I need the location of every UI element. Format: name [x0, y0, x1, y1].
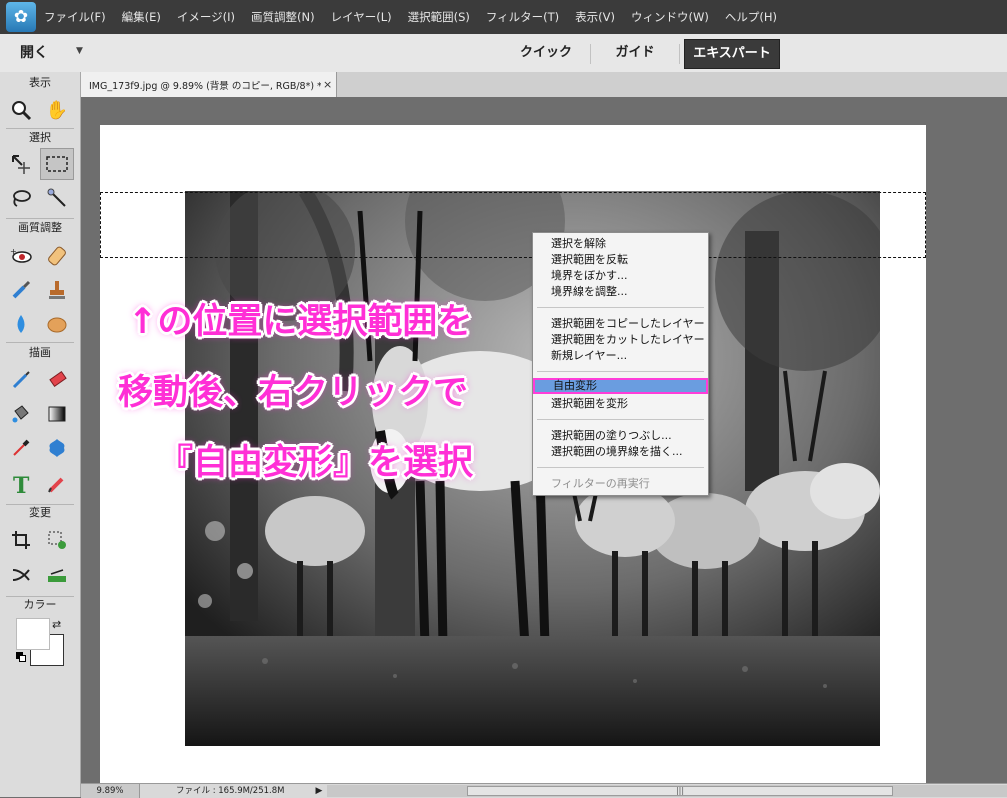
- lasso-tool-icon[interactable]: [4, 182, 38, 214]
- menu-bar: ✿ ファイル(F) 編集(E) イメージ(I) 画質調整(N) レイヤー(L) …: [0, 0, 1007, 34]
- paint-bucket-tool-icon[interactable]: [4, 398, 38, 430]
- horizontal-scrollbar[interactable]: |||: [327, 785, 1007, 797]
- menu-item-inverse[interactable]: 選択範囲を反転: [533, 252, 708, 268]
- annotation-line-3: 『自由変形』を選択: [158, 443, 474, 483]
- menu-enhance[interactable]: 画質調整(N): [251, 9, 315, 25]
- menu-layer[interactable]: レイヤー(L): [331, 9, 392, 25]
- annotation-line-2: 移動後、右クリックで: [118, 373, 469, 413]
- magic-wand-tool-icon[interactable]: [40, 182, 74, 214]
- eyedropper-tool-icon[interactable]: [4, 432, 38, 464]
- tab-divider: [679, 44, 680, 64]
- section-label-enhance: 画質調整: [18, 221, 62, 234]
- menu-item-feather[interactable]: 境界をぼかす...: [533, 268, 708, 284]
- tab-quick[interactable]: クイック: [508, 39, 584, 67]
- hand-tool-icon[interactable]: ✋: [40, 94, 74, 126]
- menu-view[interactable]: 表示(V): [575, 9, 615, 25]
- straighten-tool-icon[interactable]: [40, 559, 74, 591]
- zoom-level-field[interactable]: 9.89%: [81, 784, 140, 798]
- close-icon[interactable]: ×: [323, 78, 332, 91]
- move-tool-icon[interactable]: [4, 148, 38, 180]
- tab-guided[interactable]: ガイド: [595, 39, 675, 67]
- menu-separator: [537, 467, 704, 468]
- app-logo-icon[interactable]: ✿: [6, 2, 36, 32]
- brush-tool-icon[interactable]: [4, 364, 38, 396]
- sponge-tool-icon[interactable]: [40, 308, 74, 340]
- menu-file[interactable]: ファイル(F): [44, 9, 106, 25]
- mode-bar: 開く ▼ クイック ガイド エキスパート: [0, 34, 1007, 73]
- menu-item-free-transform[interactable]: 自由変形: [533, 378, 708, 394]
- type-tool-icon[interactable]: T: [4, 468, 38, 500]
- section-label-draw: 描画: [29, 346, 51, 359]
- content-aware-move-icon[interactable]: [4, 559, 38, 591]
- svg-text:T: T: [13, 473, 30, 495]
- blur-tool-icon[interactable]: [4, 308, 38, 340]
- selection-marquee[interactable]: [100, 192, 926, 258]
- eraser-tool-icon[interactable]: [40, 364, 74, 396]
- menu-item-transform-selection[interactable]: 選択範囲を変形: [533, 396, 708, 412]
- menu-item-repeat-filter: フィルターの再実行: [551, 477, 650, 490]
- menu-item-layer-via-cut[interactable]: 選択範囲をカットしたレイヤー: [533, 332, 708, 348]
- section-label-select: 選択: [29, 131, 51, 144]
- menu-item-deselect[interactable]: 選択を解除: [533, 236, 708, 252]
- menu-separator: [537, 371, 704, 372]
- menu-select[interactable]: 選択範囲(S): [408, 9, 470, 25]
- document-tab-bar: IMG_173f9.jpg @ 9.89% (背景 のコピー, RGB/8*) …: [81, 72, 1007, 97]
- menu-separator: [537, 307, 704, 308]
- clone-stamp-tool-icon[interactable]: [40, 274, 74, 306]
- menu-item-fill-selection[interactable]: 選択範囲の塗りつぶし...: [533, 428, 708, 444]
- menu-window[interactable]: ウィンドウ(W): [631, 9, 709, 25]
- smart-brush-tool-icon[interactable]: [4, 274, 38, 306]
- status-menu-arrow-icon[interactable]: ▶: [313, 784, 325, 798]
- open-button[interactable]: 開く: [20, 42, 48, 62]
- document-tab[interactable]: IMG_173f9.jpg @ 9.89% (背景 のコピー, RGB/8*) …: [81, 72, 337, 97]
- toolbox: 表示 ✋ 選択 画質調整 + 描画 T 変更 カラー ⇄: [0, 72, 81, 797]
- pencil-tool-icon[interactable]: [40, 468, 74, 500]
- context-menu: 選択を解除 選択範囲を反転 境界をぼかす... 境界線を調整... 選択範囲をコ…: [532, 232, 709, 496]
- menu-item-layer-via-copy[interactable]: 選択範囲をコピーしたレイヤー: [533, 316, 708, 332]
- custom-shape-tool-icon[interactable]: [40, 432, 74, 464]
- svg-text:+: +: [10, 247, 17, 256]
- scrollbar-thumb[interactable]: |||: [467, 786, 893, 796]
- annotation-line-1: ↑の位置に選択範囲を: [128, 302, 473, 342]
- document-tab-title: IMG_173f9.jpg @ 9.89% (背景 のコピー, RGB/8*) …: [89, 80, 321, 92]
- menu-filter[interactable]: フィルター(T): [486, 9, 559, 25]
- menu-help[interactable]: ヘルプ(H): [725, 9, 777, 25]
- status-bar: 9.89% ファイル : 165.9M/251.8M ▶ |||: [81, 783, 1007, 798]
- section-label-color: カラー: [23, 598, 57, 611]
- section-label-modify: 変更: [29, 506, 51, 519]
- menu-edit[interactable]: 編集(E): [122, 9, 161, 25]
- menu-item-new-layer[interactable]: 新規レイヤー...: [533, 348, 708, 364]
- file-size-info: ファイル : 165.9M/251.8M: [176, 786, 285, 796]
- spot-healing-brush-icon[interactable]: [40, 240, 74, 272]
- menu-separator: [537, 419, 704, 420]
- tab-expert[interactable]: エキスパート: [684, 39, 780, 69]
- default-colors-icon[interactable]: [16, 652, 26, 662]
- gradient-tool-icon[interactable]: [40, 398, 74, 430]
- red-eye-tool-icon[interactable]: +: [4, 240, 38, 272]
- swap-colors-icon[interactable]: ⇄: [52, 618, 61, 631]
- recompose-tool-icon[interactable]: [40, 524, 74, 556]
- menu-item-stroke-selection[interactable]: 選択範囲の境界線を描く...: [533, 444, 708, 460]
- rectangular-marquee-tool-icon[interactable]: [40, 148, 74, 180]
- section-divider: [6, 342, 74, 343]
- zoom-tool-icon[interactable]: [4, 94, 38, 126]
- tab-divider: [590, 44, 591, 64]
- open-dropdown-icon[interactable]: ▼: [76, 46, 83, 56]
- foreground-color-swatch[interactable]: [16, 618, 50, 650]
- menu-image[interactable]: イメージ(I): [177, 9, 235, 25]
- menu-item-refine-edge[interactable]: 境界線を調整...: [533, 284, 708, 300]
- crop-tool-icon[interactable]: [4, 524, 38, 556]
- section-label-view: 表示: [29, 76, 51, 89]
